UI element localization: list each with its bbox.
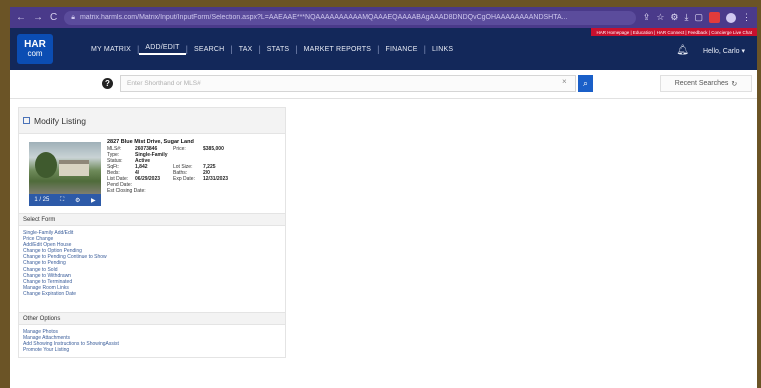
nav-stats[interactable]: STATS	[261, 46, 296, 53]
select-form-list: Single-Family Add/Edit Price Change Add/…	[19, 226, 285, 312]
extension-icon[interactable]: ⚙	[670, 12, 678, 23]
photo-tree	[35, 152, 57, 178]
search-row: ? Enter Shorthand or MLS# × ⌕ Recent Sea…	[10, 70, 757, 99]
nav-my-matrix[interactable]: MY MATRIX	[85, 46, 137, 53]
nav-search[interactable]: SEARCH	[188, 46, 230, 53]
extensions-area: ⇪ ☆ ⚙ ⤓ ▢ ⋮	[643, 12, 751, 23]
form-link[interactable]: Change Expiration Date	[23, 291, 280, 297]
modify-listing-panel: Modify Listing 1 / 25 ⛶ ⚙ ▶ 2827 Blue Mi…	[18, 107, 286, 388]
photo-controls: 1 / 25 ⛶ ⚙ ▶	[29, 194, 101, 206]
recent-searches-button[interactable]: Recent Searches ↻	[660, 75, 752, 92]
photo-house	[59, 160, 89, 176]
nav-add-edit[interactable]: ADD/EDIT	[139, 44, 186, 55]
lock-icon: 🔒︎	[71, 13, 75, 21]
har-header: HAR com MY MATRIX | ADD/EDIT | SEARCH | …	[10, 28, 757, 70]
share-icon[interactable]: ⇪	[643, 12, 651, 23]
user-area: 🔔︎ Hello, Carlo ▾	[676, 45, 745, 56]
clear-icon[interactable]: ×	[562, 77, 567, 86]
browser-toolbar: ← → C 🔒︎ matrix.harmls.com/Matrix/Input/…	[10, 7, 757, 28]
forward-button[interactable]: →	[33, 12, 43, 23]
logo-text-bottom: com	[27, 49, 43, 58]
recent-searches-label: Recent Searches	[674, 80, 729, 87]
listing-address[interactable]: 2827 Blue Mist Drive, Sugar Land	[107, 139, 194, 145]
menu-icon[interactable]: ⋮	[742, 12, 751, 23]
bell-icon[interactable]: 🔔︎	[676, 45, 689, 56]
panel-icon	[23, 117, 30, 124]
other-options-list: Manage Photos Manage Attachments Add Sho…	[19, 325, 285, 357]
extension-badge-icon[interactable]	[709, 12, 720, 23]
star-icon[interactable]: ☆	[656, 12, 664, 23]
har-logo[interactable]: HAR com	[17, 34, 53, 64]
download-icon[interactable]: ⤓	[685, 12, 689, 23]
listing-details: MLS#: 26073846 Price: $385,000 Type: Sin…	[107, 146, 287, 194]
settings-icon[interactable]: ⚙	[75, 197, 80, 204]
play-icon[interactable]: ▶	[91, 197, 96, 204]
screen-frame: ← → C 🔒︎ matrix.harmls.com/Matrix/Input/…	[10, 7, 757, 388]
history-icon: ↻	[731, 80, 738, 88]
nav-links[interactable]: LINKS	[426, 46, 459, 53]
window-icon[interactable]: ▢	[694, 12, 703, 23]
other-options-header: Other Options	[19, 313, 285, 325]
back-button[interactable]: ←	[16, 12, 26, 23]
other-options-section: Other Options Manage Photos Manage Attac…	[18, 313, 286, 359]
listing-card: 1 / 25 ⛶ ⚙ ▶ 2827 Blue Mist Drive, Sugar…	[18, 134, 286, 214]
har-top-links[interactable]: HAR Homepage | Education | HAR Connect |…	[591, 28, 757, 36]
reload-button[interactable]: C	[50, 12, 57, 23]
address-url: matrix.harmls.com/Matrix/Input/InputForm…	[79, 14, 568, 21]
shorthand-search-input[interactable]: Enter Shorthand or MLS#	[120, 75, 576, 92]
select-form-header: Select Form	[19, 214, 285, 226]
user-menu[interactable]: Hello, Carlo ▾	[703, 47, 745, 55]
address-bar[interactable]: 🔒︎ matrix.harmls.com/Matrix/Input/InputF…	[64, 10, 636, 25]
select-form-section: Select Form Single-Family Add/Edit Price…	[18, 214, 286, 313]
search-icon: ⌕	[582, 78, 589, 88]
nav-market-reports[interactable]: MARKET REPORTS	[298, 46, 378, 53]
main-nav: MY MATRIX | ADD/EDIT | SEARCH | TAX | ST…	[85, 44, 459, 55]
nav-tax[interactable]: TAX	[233, 46, 259, 53]
search-button[interactable]: ⌕	[578, 75, 593, 92]
listing-photo[interactable]	[29, 142, 101, 194]
expand-icon[interactable]: ⛶	[60, 197, 64, 204]
option-link[interactable]: Promote Your Listing	[23, 347, 280, 353]
detail-key: Est Closing Date:	[107, 188, 146, 194]
help-icon[interactable]: ?	[102, 78, 113, 89]
photo-count: 1 / 25	[34, 197, 50, 203]
modify-listing-title: Modify Listing	[34, 115, 86, 126]
profile-avatar[interactable]	[726, 12, 736, 23]
modify-listing-header: Modify Listing	[18, 107, 286, 134]
nav-finance[interactable]: FINANCE	[380, 46, 424, 53]
